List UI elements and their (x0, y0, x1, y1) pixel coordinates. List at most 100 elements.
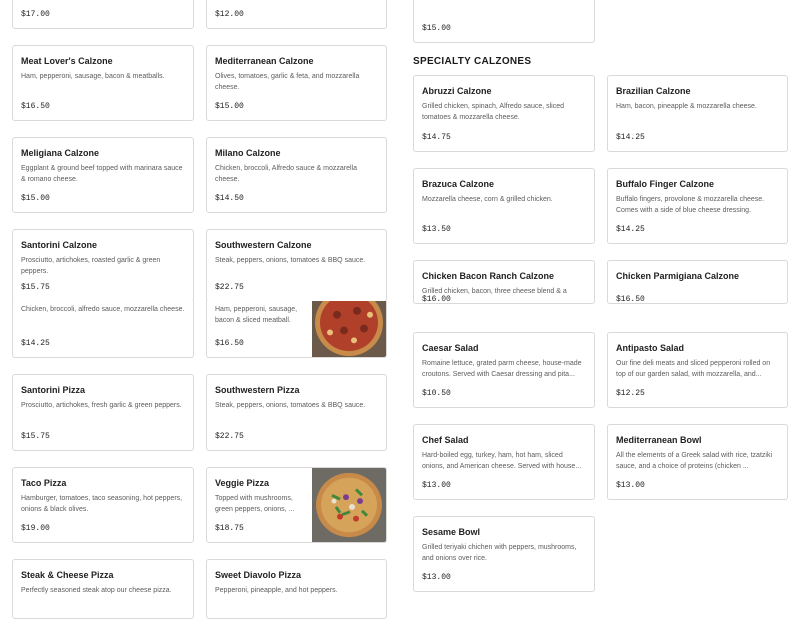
item-description: Mozzarella cheese, corn & grilled chicke… (422, 196, 553, 203)
price: $14.50 (215, 194, 244, 203)
price: $18.75 (215, 524, 244, 533)
menu-card-meligiana-calzone[interactable]: Meligiana Calzone Eggplant & ground beef… (12, 137, 194, 213)
price: $14.25 (616, 133, 645, 142)
menu-card[interactable]: $17.00 (12, 0, 194, 29)
item-description: Olives, tomatoes, garlic & feta, and moz… (215, 73, 360, 91)
menu-card-chef-salad[interactable]: Chef Salad Hard-boiled egg, turkey, ham,… (413, 424, 595, 500)
price: $15.00 (422, 24, 451, 33)
price: $14.25 (21, 339, 50, 348)
item-name: Santorini Pizza (21, 385, 86, 395)
price: $14.75 (422, 133, 451, 142)
item-name: Buffalo Finger Calzone (616, 179, 715, 189)
item-name: Southwestern Pizza (215, 385, 300, 395)
menu-card-abruzzi-calzone[interactable]: Abruzzi Calzone Grilled chicken, spinach… (413, 75, 595, 152)
menu-card-chicken-bacon-ranch-calzone[interactable]: Chicken Bacon Ranch Calzone Grilled chic… (413, 260, 595, 304)
item-description: Pepperoni, pineapple, and hot peppers. (215, 587, 338, 594)
menu-card-sweet-diavolo-pizza[interactable]: Sweet Diavolo Pizza Pepperoni, pineapple… (206, 559, 387, 619)
price: $10.50 (422, 389, 451, 398)
item-name: Sweet Diavolo Pizza (215, 570, 302, 580)
menu-card-brazuca-calzone[interactable]: Brazuca Calzone Mozzarella cheese, corn … (413, 168, 595, 244)
price: $13.00 (422, 481, 451, 490)
menu-card-sesame-bowl[interactable]: Sesame Bowl Grilled teriyaki chichen wit… (413, 516, 595, 592)
menu-card-mediterranean-bowl[interactable]: Mediterranean Bowl All the elements of a… (607, 424, 788, 500)
item-description: Grilled chicken, spinach, Alfredo sauce,… (422, 103, 565, 121)
item-name: Abruzzi Calzone (422, 86, 492, 96)
menu-card-milano-calzone[interactable]: Milano Calzone Chicken, broccoli, Alfred… (206, 137, 387, 213)
menu-card-santorini-calzone[interactable]: Santorini Calzone Prosciutto, artichokes… (12, 229, 194, 302)
item-name: Southwestern Calzone (215, 240, 312, 250)
menu-card-southwestern-pizza[interactable]: Southwestern Pizza Steak, peppers, onion… (206, 374, 387, 451)
price: $17.00 (21, 10, 50, 19)
menu-card[interactable]: $12.00 (206, 0, 387, 29)
item-description: Hamburger, tomatoes, taco seasoning, hot… (21, 495, 183, 513)
price: $16.50 (616, 295, 645, 304)
item-description: Chicken, broccoli, Alfredo sauce & mozza… (215, 165, 358, 183)
item-name: Brazuca Calzone (422, 179, 495, 189)
price: $15.00 (21, 194, 50, 203)
item-name: Antipasto Salad (616, 343, 685, 353)
item-description: Our fine deli meats and sliced pepperoni… (616, 360, 771, 378)
item-description: Hard-boiled egg, turkey, ham, hot ham, s… (422, 452, 582, 470)
price: $13.50 (422, 225, 451, 234)
item-name: Santorini Calzone (21, 240, 98, 250)
item-name: Steak & Cheese Pizza (21, 570, 114, 580)
item-name: Brazilian Calzone (616, 86, 691, 96)
menu-card-chicken-parmigiana-calzone[interactable]: Chicken Parmigiana Calzone $16.50 (607, 260, 788, 304)
price: $15.00 (215, 102, 244, 111)
price: $16.00 (422, 295, 451, 304)
menu-card-antipasto-salad[interactable]: Antipasto Salad Our fine deli meats and … (607, 332, 788, 408)
item-name: Milano Calzone (215, 148, 281, 158)
item-name: Sesame Bowl (422, 527, 481, 537)
item-description: Steak, peppers, onions, tomatoes & BBQ s… (215, 402, 366, 409)
price: $22.75 (215, 283, 244, 292)
item-name: Mediterranean Calzone (215, 56, 314, 66)
price: $22.75 (215, 432, 244, 441)
menu-card-santorini-pizza[interactable]: Santorini Pizza Prosciutto, artichokes, … (12, 374, 194, 451)
item-name: Mediterranean Bowl (616, 435, 702, 445)
menu-card-caesar-salad[interactable]: Caesar Salad Romaine lettuce, grated par… (413, 332, 595, 408)
menu-card-meat-lovers-calzone[interactable]: Meat Lover's Calzone Ham, pepperoni, sau… (12, 45, 194, 121)
item-name: Veggie Pizza (215, 478, 270, 488)
item-description: Ham, pepperoni, sausage, bacon & meatbal… (21, 73, 165, 80)
veggie-pizza-photo (312, 468, 386, 542)
item-description: Prosciutto, artichokes, fresh garlic & g… (21, 402, 182, 409)
menu-card-southwestern-calzone[interactable]: Southwestern Calzone Steak, peppers, oni… (206, 229, 387, 302)
item-name: Chef Salad (422, 435, 469, 445)
item-description: Perfectly seasoned steak atop our cheese… (21, 587, 172, 594)
price: $12.25 (616, 389, 645, 398)
menu-card[interactable]: Chicken, broccoli, alfredo sauce, mozzar… (12, 301, 194, 358)
item-description: Chicken, broccoli, alfredo sauce, mozzar… (21, 306, 185, 313)
item-name: Meat Lover's Calzone (21, 56, 113, 66)
price: $13.00 (616, 481, 645, 490)
menu-card-veggie-pizza[interactable]: Veggie Pizza Topped with mushrooms, gree… (206, 467, 387, 543)
price: $16.50 (215, 339, 244, 348)
item-name: Caesar Salad (422, 343, 479, 353)
item-description: Buffalo fingers, provolone & mozzarella … (616, 196, 765, 214)
item-name: Chicken Bacon Ranch Calzone (422, 271, 555, 281)
item-description: Prosciutto, artichokes, roasted garlic &… (21, 257, 161, 275)
item-name: Meligiana Calzone (21, 148, 100, 158)
menu-card-steak-cheese-pizza[interactable]: Steak & Cheese Pizza Perfectly seasoned … (12, 559, 194, 619)
menu-card-brazilian-calzone[interactable]: Brazilian Calzone Ham, bacon, pineapple … (607, 75, 788, 152)
item-name: Chicken Parmigiana Calzone (616, 271, 740, 281)
price: $13.00 (422, 573, 451, 582)
price: $14.25 (616, 225, 645, 234)
item-description: All the elements of a Greek salad with r… (616, 452, 773, 470)
item-description: Steak, peppers, onions, tomatoes & BBQ s… (215, 257, 366, 264)
section-title: SPECIALTY CALZONES (413, 56, 532, 67)
item-description: Grilled teriyaki chichen with peppers, m… (422, 544, 577, 562)
item-description: Topped with mushrooms, green peppers, on… (215, 495, 295, 513)
menu-card-mediterranean-calzone[interactable]: Mediterranean Calzone Olives, tomatoes, … (206, 45, 387, 121)
menu-card[interactable]: Ham, pepperoni, sausage, bacon & sliced … (206, 301, 387, 358)
item-name: Taco Pizza (21, 478, 67, 488)
pizza-photo (312, 301, 386, 357)
item-description: Ham, pepperoni, sausage, bacon & sliced … (215, 306, 298, 324)
price: $12.00 (215, 10, 244, 19)
item-description: Romaine lettuce, grated parm cheese, hou… (422, 360, 582, 378)
price: $16.50 (21, 102, 50, 111)
price: $19.00 (21, 524, 50, 533)
menu-card-taco-pizza[interactable]: Taco Pizza Hamburger, tomatoes, taco sea… (12, 467, 194, 543)
menu-card-buffalo-finger-calzone[interactable]: Buffalo Finger Calzone Buffalo fingers, … (607, 168, 788, 244)
menu-card[interactable]: $15.00 (413, 0, 595, 43)
item-description: Eggplant & ground beef topped with marin… (21, 165, 183, 183)
